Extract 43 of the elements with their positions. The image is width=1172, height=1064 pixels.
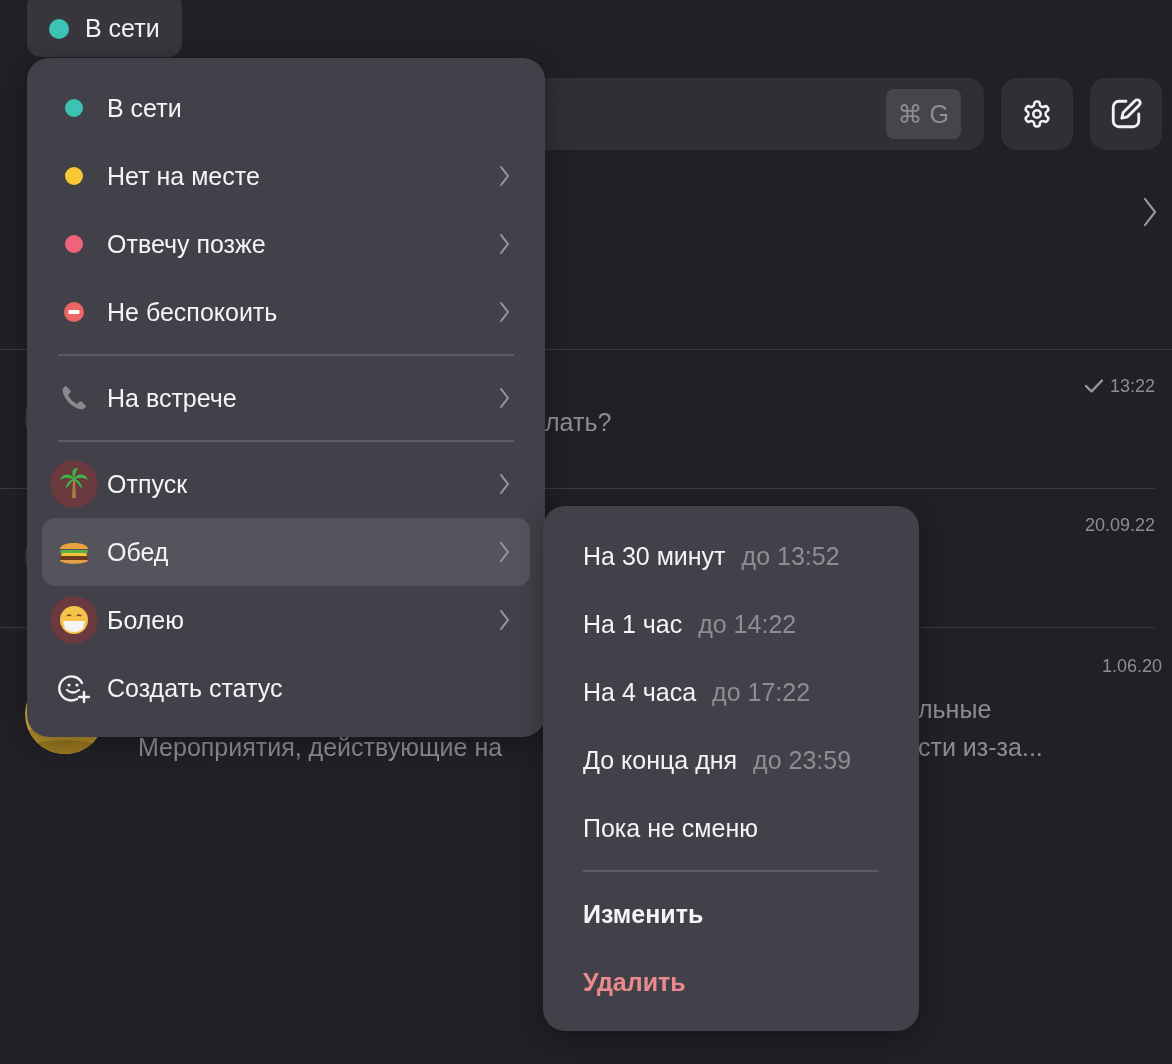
message-preview: Мероприятия, действующие на xyxy=(138,732,504,763)
palm-tree-icon xyxy=(50,460,98,508)
settings-icon xyxy=(1022,99,1052,129)
status-menu-item[interactable]: Создать статус xyxy=(42,654,530,722)
until-time: до 14:22 xyxy=(698,609,797,639)
masked-face-icon xyxy=(50,596,98,644)
do-not-disturb-icon xyxy=(64,302,84,322)
duration-option[interactable]: Пока не сменю xyxy=(558,794,904,862)
message-preview: лать? xyxy=(545,407,613,438)
status-button[interactable]: В сети xyxy=(27,0,182,57)
status-menu-item[interactable]: Отпуск xyxy=(42,450,530,518)
status-menu-item[interactable]: Не беспокоить xyxy=(42,278,530,346)
edit-icon xyxy=(1109,97,1143,131)
add-emoji-icon xyxy=(58,672,90,704)
status-menu-item[interactable]: На встрече xyxy=(42,364,530,432)
status-menu-item[interactable]: Болею xyxy=(42,586,530,654)
edit-menu-item[interactable]: Изменить xyxy=(558,880,904,948)
chevron-icon xyxy=(499,301,510,323)
chevron-icon xyxy=(499,609,510,631)
chevron-icon xyxy=(499,541,510,563)
chat-time: 13:22 xyxy=(1109,375,1155,397)
chevron-icon xyxy=(1142,196,1158,228)
delete-menu-item[interactable]: Удалить xyxy=(558,948,904,1016)
chevron-icon xyxy=(499,387,510,409)
message-preview: сти из-за... xyxy=(918,732,1044,763)
message-preview: льные xyxy=(918,694,993,725)
status-menu-item[interactable]: Обед xyxy=(42,518,530,586)
chevron-icon xyxy=(499,165,510,187)
chevron-icon xyxy=(499,233,510,255)
status-menu-item[interactable]: Отвечу позже xyxy=(42,210,530,278)
settings-button[interactable] xyxy=(1001,78,1073,150)
duration-option[interactable]: На 30 минут до 13:52 xyxy=(558,522,904,590)
until-time: до 23:59 xyxy=(753,745,852,775)
chevron-icon xyxy=(499,473,510,495)
chat-time: 20.09.22 xyxy=(1084,514,1155,536)
compose-button[interactable] xyxy=(1090,78,1162,150)
duration-option[interactable]: До конца дня до 23:59 xyxy=(558,726,904,794)
until-time: до 13:52 xyxy=(741,541,840,571)
duration-option[interactable]: На 4 часа до 17:22 xyxy=(558,658,904,726)
until-time: до 17:22 xyxy=(712,677,811,707)
shortcut-hint: ⌘ G xyxy=(885,89,961,139)
chat-time: 1.06.20 xyxy=(1101,655,1162,677)
duration-option[interactable]: На 1 час до 14:22 xyxy=(558,590,904,658)
